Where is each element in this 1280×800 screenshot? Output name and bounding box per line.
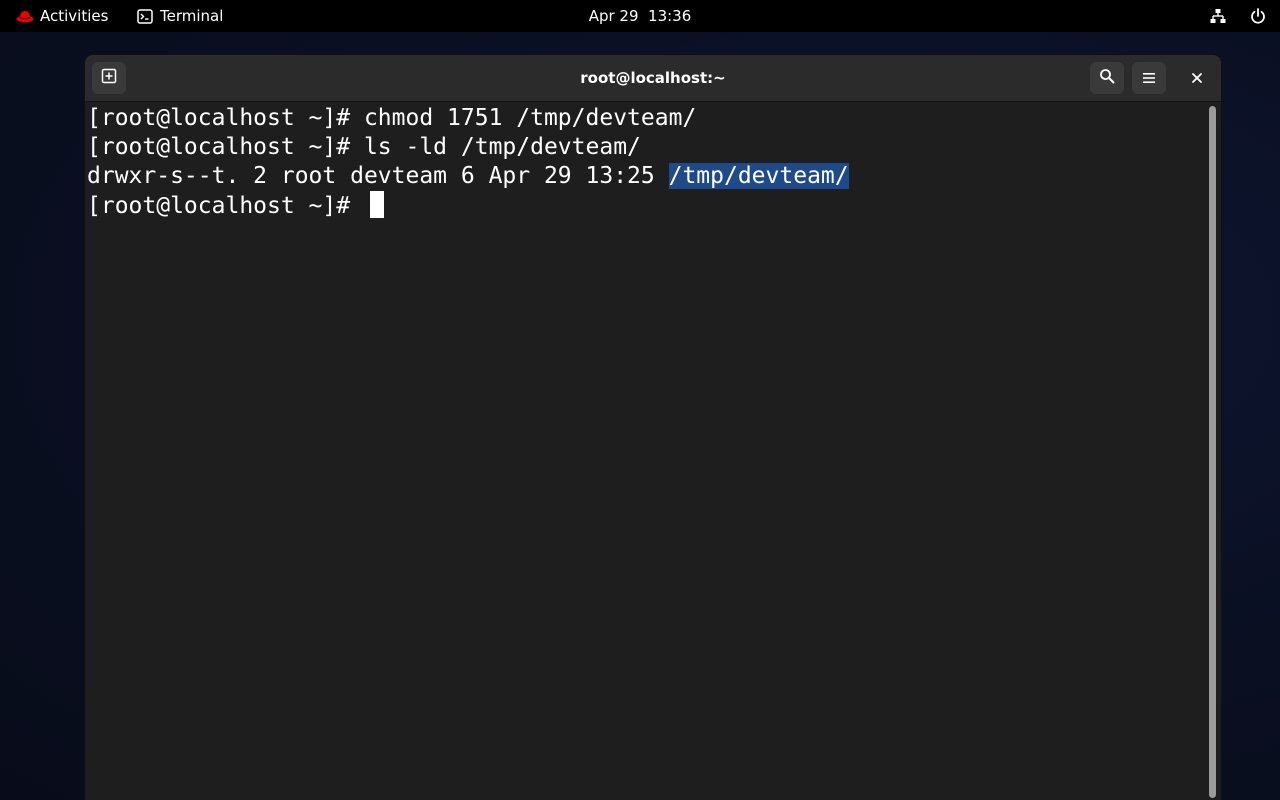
top-bar: Activities Terminal Apr 29 13:36 bbox=[0, 0, 1280, 32]
system-status-area[interactable] bbox=[1210, 0, 1266, 32]
close-button[interactable] bbox=[1181, 62, 1213, 94]
activities-button[interactable]: Activities bbox=[16, 0, 108, 32]
clock[interactable]: Apr 29 13:36 bbox=[540, 0, 740, 32]
menu-button[interactable] bbox=[1132, 62, 1166, 94]
terminal-prompt: [root@localhost ~]# bbox=[87, 193, 364, 219]
terminal-window: root@localhost:~ [root@localhost ~]# chm… bbox=[85, 55, 1221, 800]
window-title: root@localhost:~ bbox=[580, 69, 726, 87]
search-icon bbox=[1099, 68, 1115, 88]
app-menu-terminal[interactable]: Terminal bbox=[137, 0, 223, 32]
selected-text[interactable]: /tmp/devteam/ bbox=[668, 163, 849, 189]
terminal-line-text: [root@localhost ~]# chmod 1751 /tmp/devt… bbox=[87, 105, 697, 131]
power-icon[interactable] bbox=[1250, 8, 1266, 24]
network-icon[interactable] bbox=[1210, 8, 1226, 24]
new-tab-icon bbox=[101, 68, 117, 88]
terminal-line-text: [root@localhost ~]# ls -ld /tmp/devteam/ bbox=[87, 134, 641, 160]
activities-label: Activities bbox=[40, 7, 109, 25]
hamburger-menu-icon bbox=[1142, 69, 1156, 88]
terminal-line: [root@localhost ~]# chmod 1751 /tmp/devt… bbox=[85, 104, 1205, 133]
text-cursor bbox=[369, 191, 384, 218]
clock-label: Apr 29 13:36 bbox=[588, 7, 692, 25]
desktop: Activities Terminal Apr 29 13:36 root@lo… bbox=[0, 0, 1280, 800]
app-menu-label: Terminal bbox=[160, 7, 224, 25]
terminal-line-text: drwxr-s--t. 2 root devteam 6 Apr 29 13:2… bbox=[87, 163, 669, 189]
terminal-line: [root@localhost ~]# ls -ld /tmp/devteam/ bbox=[85, 133, 1205, 162]
terminal-prompt-line: [root@localhost ~]# bbox=[85, 191, 1205, 220]
terminal-output[interactable]: [root@localhost ~]# chmod 1751 /tmp/devt… bbox=[85, 102, 1205, 800]
scrollbar-thumb[interactable] bbox=[1209, 106, 1216, 798]
new-tab-button[interactable] bbox=[92, 62, 126, 94]
close-icon bbox=[1191, 69, 1203, 88]
redhat-hat-icon bbox=[16, 9, 34, 23]
window-headerbar[interactable]: root@localhost:~ bbox=[85, 55, 1221, 102]
search-button[interactable] bbox=[1090, 62, 1124, 94]
terminal-scrollbar[interactable] bbox=[1207, 104, 1217, 800]
terminal-icon bbox=[137, 8, 153, 24]
terminal-line: drwxr-s--t. 2 root devteam 6 Apr 29 13:2… bbox=[85, 162, 1205, 191]
